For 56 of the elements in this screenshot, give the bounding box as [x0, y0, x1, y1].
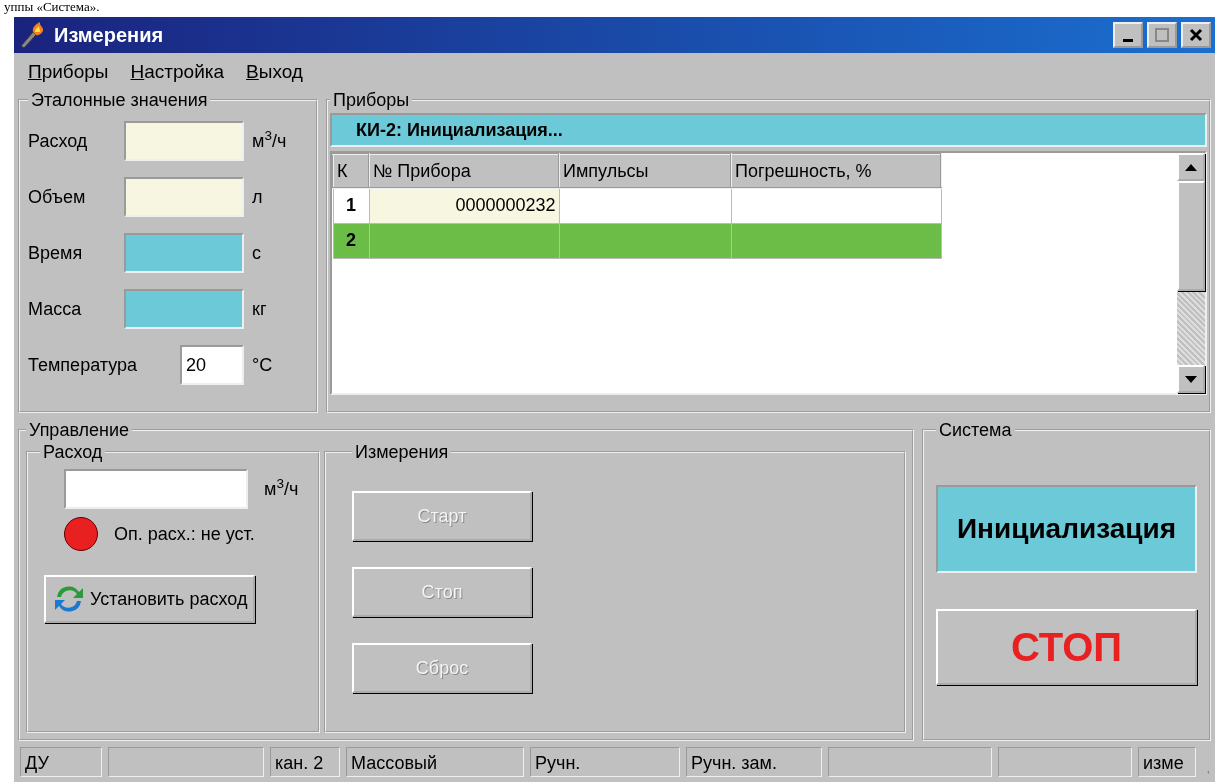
- input-field[interactable]: [124, 121, 244, 161]
- group-title: Приборы: [332, 91, 411, 109]
- status-panel: Ручн.: [530, 747, 680, 777]
- torch-icon: [18, 21, 46, 49]
- table-cell: 2: [333, 223, 369, 258]
- table-row[interactable]: 2: [333, 223, 941, 258]
- field-label: Расход: [28, 129, 89, 153]
- menu-item[interactable]: Настройка: [130, 57, 225, 87]
- table-row[interactable]: 1 0000000232: [333, 188, 941, 223]
- window-title: Измерения: [54, 23, 165, 48]
- column-header[interactable]: № Прибора: [369, 154, 559, 188]
- unit-label: м$^{3}$/ч: [264, 475, 299, 501]
- minimize-icon: [1123, 38, 1133, 42]
- status-panel: Массовый: [346, 747, 524, 777]
- unit-label: с: [252, 241, 261, 265]
- unit-label: л: [252, 185, 263, 209]
- status-panel: кан. 2: [270, 747, 340, 777]
- close-button[interactable]: [1181, 22, 1211, 48]
- field-label: Объем: [28, 185, 87, 209]
- group-title: Измерения: [354, 443, 450, 461]
- column-header[interactable]: Импульсы: [559, 154, 731, 188]
- table-cell: 0000000232: [369, 188, 559, 223]
- close-icon: [1188, 27, 1204, 43]
- status-banner: КИ-2: Инициализация...: [330, 113, 1207, 147]
- group-title: Эталонные значения: [30, 91, 209, 109]
- scroll-down-icon: [1185, 375, 1197, 383]
- set-flow-button[interactable]: Установить расход: [44, 575, 256, 623]
- field-label: Масса: [28, 297, 83, 321]
- maximize-icon: [1154, 27, 1170, 43]
- input-field[interactable]: [124, 289, 244, 329]
- input-field[interactable]: [124, 177, 244, 217]
- caption-text: уппы «Система».: [3, 0, 101, 15]
- scrollbar[interactable]: [1177, 153, 1205, 393]
- unit-label: м$^{3}$/ч: [252, 127, 287, 153]
- field-label: Время: [28, 241, 84, 265]
- column-header[interactable]: К: [333, 154, 369, 188]
- input-field[interactable]: 20: [180, 345, 244, 385]
- group-title: Система: [938, 421, 1013, 439]
- menu-item[interactable]: Выход: [246, 57, 303, 87]
- table-cell: 1: [333, 188, 369, 223]
- minimize-button[interactable]: [1113, 22, 1143, 48]
- input-field[interactable]: [124, 233, 244, 273]
- system-state: Инициализация: [936, 485, 1197, 573]
- unit-label: °С: [252, 353, 273, 377]
- group-title: Расход: [42, 443, 104, 461]
- input-field[interactable]: [64, 469, 248, 509]
- column-header[interactable]: Погрешность, %: [731, 154, 941, 188]
- menu-item[interactable]: Приборы: [28, 57, 109, 87]
- status-text: Оп. расх.: не уст.: [114, 522, 255, 546]
- status-panel: изме: [1138, 747, 1196, 777]
- status-panel: Ручн. зам.: [686, 747, 822, 777]
- field-label: Температура: [28, 353, 139, 377]
- unit-label: кг: [252, 297, 267, 321]
- scroll-up-icon: [1185, 163, 1197, 171]
- status-panel: ДУ: [20, 747, 102, 777]
- group-title: Управление: [28, 421, 131, 439]
